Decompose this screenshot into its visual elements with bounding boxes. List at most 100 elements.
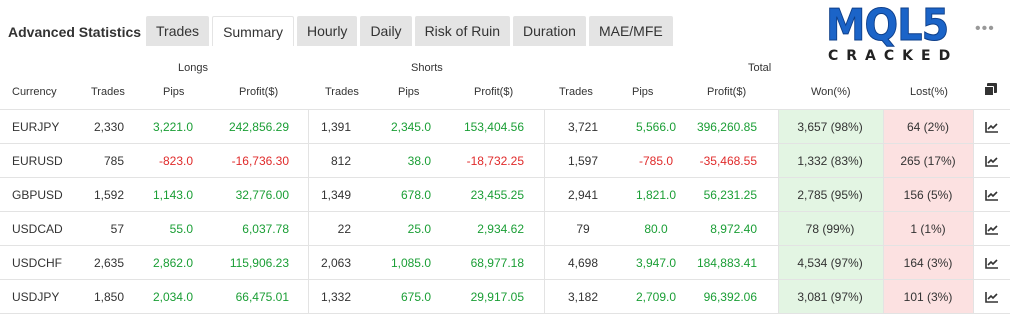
tab-duration[interactable]: Duration xyxy=(513,16,586,46)
cell-total-pips: 80.0 xyxy=(644,222,668,236)
cell-long-trades: 1,592 xyxy=(93,188,124,202)
cell-short-trades: 2,063 xyxy=(320,256,351,270)
group-header-total: Total xyxy=(748,62,772,74)
cell-total-pips: 2,709.0 xyxy=(635,290,677,304)
cell-total-profit: 8,972.40 xyxy=(710,222,757,236)
chart-icon[interactable] xyxy=(985,291,999,303)
cell-currency: EURUSD xyxy=(12,154,63,168)
cell-lost: 156 (5%) xyxy=(903,188,953,202)
tab-hourly[interactable]: Hourly xyxy=(296,16,358,46)
more-horizontal-icon[interactable]: ••• xyxy=(975,20,995,38)
column-header-total-profit[interactable]: Profit($) xyxy=(707,86,746,98)
table-row[interactable]: USDCAD 57 55.0 6,037.78 22 25.0 2,934.62 79 80.0… xyxy=(0,212,1010,246)
cell-won: 3,657 (98%) xyxy=(797,120,863,134)
column-header-total-trades[interactable]: Trades xyxy=(559,86,593,98)
table-row[interactable]: USDJPY 1,850 2,034.0 66,475.01 1,332 675.0 29,… xyxy=(0,280,1010,314)
column-header-total-pips[interactable]: Pips xyxy=(632,86,653,98)
cell-long-pips: 1,143.0 xyxy=(152,188,193,202)
cell-lost: 1 (1%) xyxy=(910,222,946,236)
cell-short-pips: 675.0 xyxy=(400,290,431,304)
column-header-long-profit[interactable]: Profit($) xyxy=(239,86,278,98)
cell-total-trades: 1,597 xyxy=(567,154,599,168)
chart-icon[interactable] xyxy=(985,121,999,133)
cell-currency: GBPUSD xyxy=(12,188,63,202)
table-row[interactable]: GBPUSD 1,592 1,143.0 32,776.00 1,349 678.0 23,… xyxy=(0,178,1010,212)
cell-currency: USDCHF xyxy=(12,256,62,270)
cell-total-profit: 56,231.25 xyxy=(703,188,757,202)
cell-total-pips: 3,947.0 xyxy=(635,256,677,270)
cell-short-profit: 68,977.18 xyxy=(470,256,524,270)
group-header-longs: Longs xyxy=(178,62,208,74)
cell-long-profit: 115,906.23 xyxy=(229,256,289,270)
cell-long-pips: 2,862.0 xyxy=(152,256,193,270)
cell-short-pips: 1,085.0 xyxy=(390,256,431,270)
cell-long-trades: 1,850 xyxy=(93,290,124,304)
column-header-short-trades[interactable]: Trades xyxy=(325,86,359,98)
tab-risk-of-ruin[interactable]: Risk of Ruin xyxy=(414,16,511,46)
cell-total-profit: -35,468.55 xyxy=(699,154,757,168)
cell-currency: USDJPY xyxy=(12,290,60,304)
table-row[interactable]: USDCHF 2,635 2,862.0 115,906.23 2,063 1,085.0… xyxy=(0,246,1010,280)
tab-trades[interactable]: Trades xyxy=(146,16,210,46)
cell-currency: USDCAD xyxy=(12,222,63,236)
cell-short-trades: 812 xyxy=(330,154,351,168)
column-header-short-pips[interactable]: Pips xyxy=(398,86,419,98)
cell-long-profit: 6,037.78 xyxy=(242,222,289,236)
logo-main-text: MQL5 xyxy=(826,0,950,52)
cell-long-profit: -16,736.30 xyxy=(231,154,289,168)
tab-daily[interactable]: Daily xyxy=(360,16,412,46)
logo-sub-text: CRACKED xyxy=(828,48,959,64)
column-header-lost[interactable]: Lost(%) xyxy=(910,86,948,98)
cell-currency: EURJPY xyxy=(12,120,60,134)
cell-total-profit: 184,883.41 xyxy=(696,256,757,270)
cell-total-trades: 3,182 xyxy=(567,290,599,304)
cell-won: 2,785 (95%) xyxy=(797,188,863,202)
chart-icon[interactable] xyxy=(985,257,999,269)
cell-long-profit: 242,856.29 xyxy=(228,120,289,134)
cell-long-pips: 3,221.0 xyxy=(152,120,193,134)
cell-total-profit: 396,260.85 xyxy=(696,120,757,134)
column-header-currency[interactable]: Currency xyxy=(12,86,57,98)
column-header-won[interactable]: Won(%) xyxy=(811,86,851,98)
table-row[interactable]: EURUSD 785 -823.0 -16,736.30 812 38.0 -18,732.… xyxy=(0,144,1010,178)
cell-total-trades: 3,721 xyxy=(567,120,599,134)
cell-total-trades: 79 xyxy=(576,222,590,236)
chart-icon[interactable] xyxy=(985,223,999,235)
cell-short-pips: 2,345.0 xyxy=(390,120,431,134)
tab-summary[interactable]: Summary xyxy=(212,16,294,46)
cell-short-trades: 1,332 xyxy=(320,290,351,304)
cell-total-trades: 2,941 xyxy=(567,188,599,202)
cell-short-pips: 25.0 xyxy=(407,222,431,236)
cell-won: 3,081 (97%) xyxy=(797,290,863,304)
cell-short-profit: 29,917.05 xyxy=(470,290,524,304)
cell-long-trades: 785 xyxy=(103,154,124,168)
column-header-short-profit[interactable]: Profit($) xyxy=(474,86,513,98)
cell-short-trades: 1,349 xyxy=(320,188,351,202)
table-row[interactable]: EURJPY 2,330 3,221.0 242,856.29 1,391 2,345.0… xyxy=(0,110,1010,144)
top-bar: Advanced Statistics Trades Summary Hourl… xyxy=(0,0,1023,64)
group-header-shorts: Shorts xyxy=(411,62,443,74)
page-title: Advanced Statistics xyxy=(8,24,142,40)
cell-won: 1,332 (83%) xyxy=(797,154,863,168)
cell-long-trades: 57 xyxy=(110,222,124,236)
cell-total-pips: -785.0 xyxy=(638,154,674,168)
cell-lost: 265 (17%) xyxy=(900,154,956,168)
cell-long-profit: 66,475.01 xyxy=(235,290,289,304)
chart-icon[interactable] xyxy=(985,189,999,201)
cell-short-trades: 1,391 xyxy=(320,120,351,134)
chart-icon[interactable] xyxy=(985,155,999,167)
cell-short-pips: 678.0 xyxy=(400,188,431,202)
cell-long-pips: -823.0 xyxy=(158,154,193,168)
column-header-long-pips[interactable]: Pips xyxy=(163,86,184,98)
cell-lost: 101 (3%) xyxy=(903,290,953,304)
cell-total-pips: 1,821.0 xyxy=(635,188,677,202)
tab-mae-mfe[interactable]: MAE/MFE xyxy=(588,16,673,46)
column-header-long-trades[interactable]: Trades xyxy=(91,86,125,98)
copy-icon[interactable] xyxy=(984,83,998,97)
cell-long-profit: 32,776.00 xyxy=(235,188,289,202)
cell-lost: 64 (2%) xyxy=(906,120,950,134)
cell-long-trades: 2,330 xyxy=(93,120,124,134)
cell-total-trades: 4,698 xyxy=(567,256,599,270)
cell-won: 4,534 (97%) xyxy=(797,256,863,270)
cell-lost: 164 (3%) xyxy=(903,256,953,270)
